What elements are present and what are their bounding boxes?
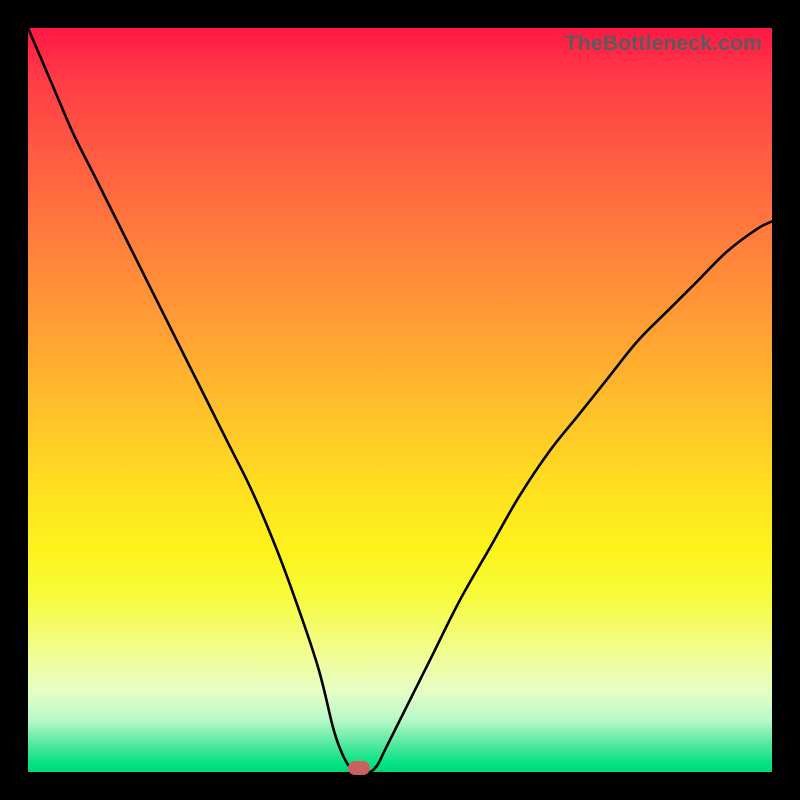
outer-frame: TheBottleneck.com xyxy=(0,0,800,800)
bottleneck-curve xyxy=(28,28,772,772)
plot-area: TheBottleneck.com xyxy=(28,28,772,772)
minimum-marker xyxy=(348,761,370,775)
